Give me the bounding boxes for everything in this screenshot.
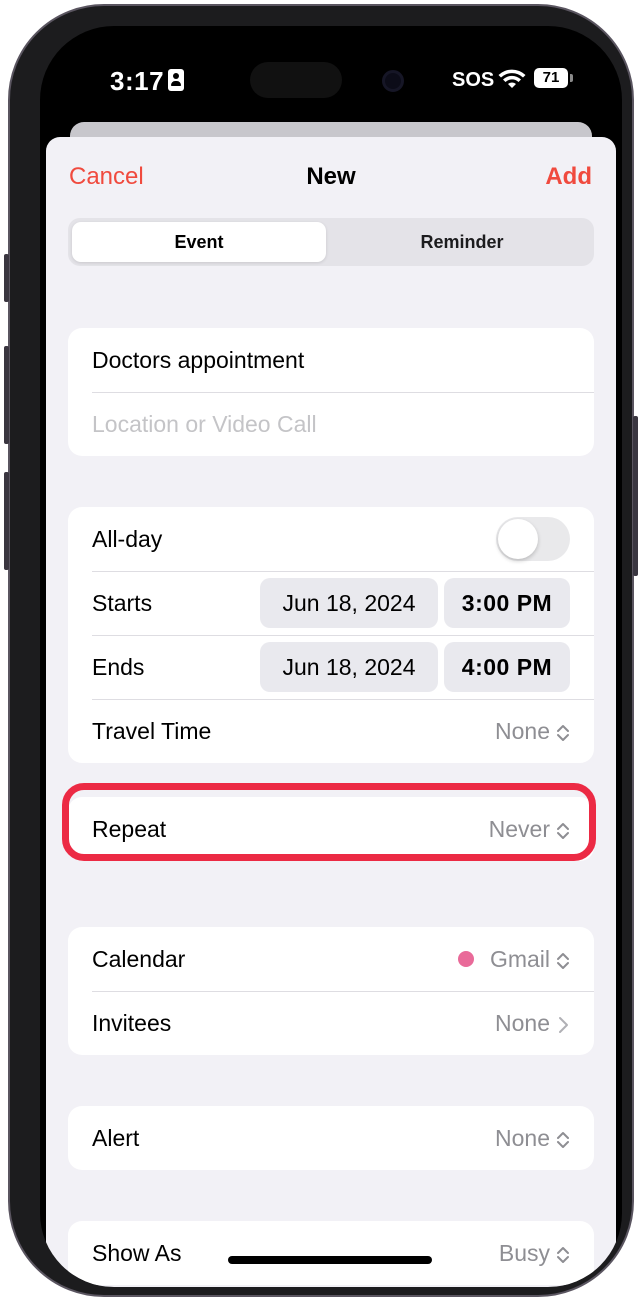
toggle-knob: [498, 519, 538, 559]
event-type-segmented-control: Event Reminder: [68, 218, 594, 266]
chevron-up-down-icon: [556, 1245, 570, 1265]
starts-date-button[interactable]: Jun 18, 2024: [260, 578, 438, 628]
invitees-value: None: [495, 1010, 550, 1036]
ends-row: Ends Jun 18, 2024 4:00 PM: [68, 635, 594, 699]
calendar-value: Gmail: [489, 946, 550, 972]
chevron-up-down-icon: [556, 1130, 570, 1150]
dynamic-island: [250, 62, 342, 98]
all-day-row: All-day: [68, 507, 594, 571]
ends-date-button[interactable]: Jun 18, 2024: [260, 642, 438, 692]
location-field[interactable]: Location or Video Call: [68, 392, 594, 456]
calendar-row[interactable]: Calendar Gmail: [68, 927, 594, 991]
timing-group: All-day Starts Jun 18, 2024 3:00 PM Ends…: [68, 507, 594, 763]
show-as-label: Show As: [92, 1240, 182, 1266]
details-group: Doctors appointment Location or Video Ca…: [68, 328, 594, 456]
battery-icon: 71: [534, 68, 568, 88]
cancel-button[interactable]: Cancel: [69, 163, 144, 191]
title-field[interactable]: Doctors appointment: [68, 328, 594, 392]
starts-time-button[interactable]: 3:00 PM: [444, 578, 570, 628]
calendar-value-wrap: Gmail: [457, 927, 570, 991]
volume-down-button: [4, 472, 9, 570]
starts-label: Starts: [92, 590, 153, 616]
add-button[interactable]: Add: [545, 163, 592, 191]
chevron-up-down-icon: [556, 951, 570, 971]
chevron-up-down-icon: [556, 723, 570, 743]
alert-value: None: [495, 1125, 550, 1151]
ends-label: Ends: [92, 654, 145, 680]
travel-time-value-wrap: None: [495, 699, 570, 763]
travel-time-row[interactable]: Travel Time None: [68, 699, 594, 763]
all-day-label: All-day: [92, 526, 163, 552]
alert-row[interactable]: Alert None: [68, 1106, 594, 1170]
new-event-sheet: New Cancel Add Event Reminder Doctors ap…: [46, 137, 616, 1287]
home-indicator[interactable]: [228, 1256, 432, 1264]
travel-time-label: Travel Time: [92, 718, 212, 744]
location-placeholder: Location or Video Call: [92, 411, 317, 437]
chevron-right-icon: [556, 1015, 570, 1035]
action-button: [4, 254, 9, 302]
starts-row: Starts Jun 18, 2024 3:00 PM: [68, 571, 594, 635]
all-day-toggle[interactable]: [496, 517, 570, 561]
status-bar: 3:17 SOS 71: [40, 26, 622, 126]
alert-group: Alert None: [68, 1106, 594, 1170]
nav-bar: New Cancel Add: [46, 137, 616, 217]
invitees-row[interactable]: Invitees None: [68, 991, 594, 1055]
show-as-row[interactable]: Show As Busy: [68, 1221, 594, 1285]
contact-card-icon: [168, 69, 184, 91]
show-as-value-wrap: Busy: [499, 1221, 570, 1285]
invitees-label: Invitees: [92, 1010, 172, 1036]
travel-time-value: None: [495, 718, 550, 744]
phone-frame: 3:17 SOS 71 New Cancel Add Event Reminde…: [4, 4, 638, 1297]
invitees-value-wrap: None: [495, 991, 570, 1055]
power-button: [633, 416, 638, 576]
screen: 3:17 SOS 71 New Cancel Add Event Reminde…: [40, 26, 622, 1287]
volume-up-button: [4, 346, 9, 444]
status-time: 3:17: [110, 66, 165, 96]
ends-time-button[interactable]: 4:00 PM: [444, 642, 570, 692]
alert-value-wrap: None: [495, 1106, 570, 1170]
title-value: Doctors appointment: [92, 347, 305, 373]
show-as-group: Show As Busy: [68, 1221, 594, 1285]
sos-indicator: SOS: [452, 69, 495, 91]
wifi-icon: [498, 69, 526, 88]
repeat-highlight-annotation: [62, 783, 596, 861]
calendar-label: Calendar: [92, 946, 186, 972]
segment-reminder[interactable]: Reminder: [334, 222, 590, 262]
alert-label: Alert: [92, 1125, 140, 1151]
show-as-value: Busy: [498, 1240, 550, 1266]
battery-cap: [570, 74, 573, 82]
segment-event[interactable]: Event: [72, 222, 326, 262]
camera-icon: [382, 70, 404, 92]
calendar-group: Calendar Gmail Invitees None: [68, 927, 594, 1055]
calendar-color-dot: [457, 950, 474, 967]
